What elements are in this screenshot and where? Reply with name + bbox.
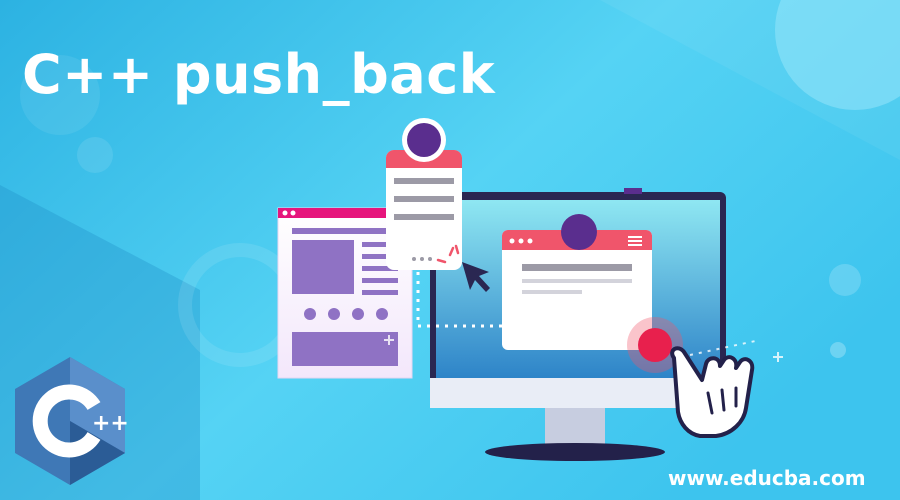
hand-cursor-icon [670, 346, 755, 438]
site-url: www.educba.com [668, 466, 866, 490]
cpp-logo-text: ++ [92, 411, 129, 436]
bg-dot-right-small [830, 342, 846, 358]
click-button [638, 328, 672, 362]
bg-dot [77, 137, 113, 173]
bg-dot-right [829, 264, 861, 296]
image-placeholder [292, 240, 354, 294]
footer-placeholder [292, 332, 398, 366]
page-title: C++ push_back [22, 43, 496, 106]
banner: ++ C++ push_back www.educba.com [0, 0, 900, 500]
avatar-icon [407, 123, 441, 157]
hamburger-menu-icon [628, 236, 642, 246]
dialog-window [502, 214, 652, 350]
dialog-avatar-icon [561, 214, 597, 250]
